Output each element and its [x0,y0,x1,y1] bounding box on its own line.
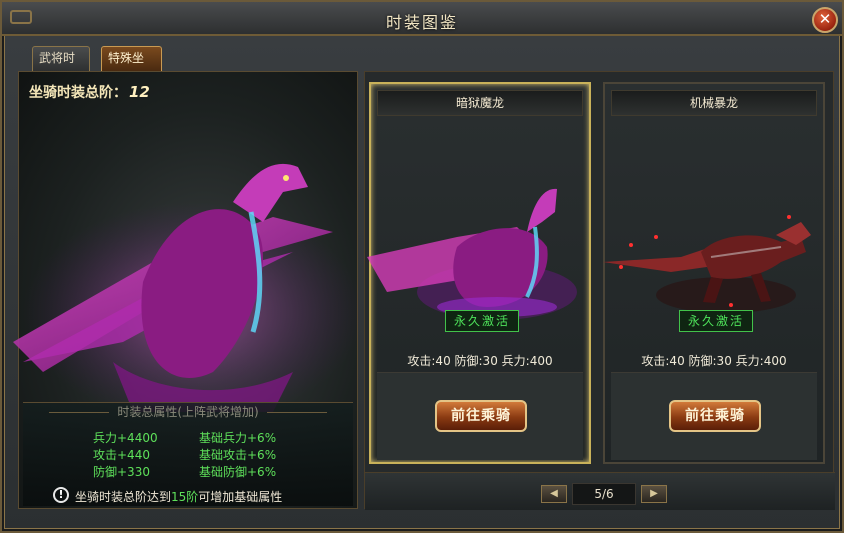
mount-name: 暗狱魔龙 [377,90,583,116]
permanent-activated-badge: 永久激活 [679,310,753,332]
prev-page-button[interactable]: ◀ [541,485,567,503]
permanent-activated-badge: 永久激活 [445,310,519,332]
exclamation-icon: ! [53,487,69,503]
mount-list-panel: 暗狱魔龙 永久激活 攻击:40 防御:30 兵力:400 前往乘骑 机械暴龙 永… [364,71,835,510]
tip-highlight: 15阶 [171,490,199,504]
tab-general-costume[interactable]: 武将时装 [32,46,90,88]
total-stage-value: 12 [129,83,150,101]
pager: ◀ 5/6 ▶ [365,472,835,510]
tab-special-mount[interactable]: 特殊坐骑 [101,46,162,88]
dark-prison-dragon-preview [13,163,363,422]
mount-codex-window: 时装图鉴 ✕ 武将时装 特殊坐骑 [0,0,844,533]
title-bar: 时装图鉴 ✕ [2,2,842,36]
attr-base-defense: 基础防御+6% [199,465,277,479]
attr-base-troops: 基础兵力+6% [199,431,277,445]
total-attributes-box: 时装总属性(上阵武将增加) 兵力+4400 基础兵力+6% 攻击+440 基础攻… [23,402,353,506]
mechanical-tyrant-dragon-art [603,215,811,313]
attr-attack: 攻击+440 [93,448,150,462]
mount-name: 机械暴龙 [611,90,817,116]
ride-button[interactable]: 前往乘骑 [435,400,527,432]
attributes-title: 时装总属性(上阵武将增加) [23,403,353,420]
attr-base-attack: 基础攻击+6% [199,448,277,462]
dark-prison-dragon-art [367,188,577,320]
ride-button[interactable]: 前往乘骑 [669,400,761,432]
next-page-button[interactable]: ▶ [641,485,667,503]
attributes-title-text: 时装总属性(上阵武将增加) [117,405,259,419]
total-stage-label: 坐骑时装总阶： 12 [29,82,150,102]
mount-card[interactable]: 暗狱魔龙 永久激活 攻击:40 防御:30 兵力:400 前往乘骑 [367,82,591,464]
total-stage-text: 坐骑时装总阶： [29,85,127,101]
mount-preview-panel: 坐骑时装总阶： 12 时装总属性(上阵武将增加) 兵力+4400 基础兵力+6% … [13,71,363,509]
mount-stats: 攻击:40 防御:30 兵力:400 [407,354,553,368]
page-indicator: 5/6 [572,483,636,505]
close-button[interactable]: ✕ [812,7,838,33]
mount-stats: 攻击:40 防御:30 兵力:400 [641,354,787,368]
mount-card[interactable]: 机械暴龙 永久激活 攻击:40 防御:30 兵力:400 前往乘骑 [603,82,825,464]
stage-tip: 坐骑时装总阶达到15阶可增加基础属性 [75,488,282,505]
attr-defense: 防御+330 [93,465,150,479]
tip-suffix: 可增加基础属性 [198,490,283,504]
attr-troops: 兵力+4400 [93,431,158,445]
window-title: 时装图鉴 [385,13,458,32]
tip-prefix: 坐骑时装总阶达到 [75,490,172,504]
